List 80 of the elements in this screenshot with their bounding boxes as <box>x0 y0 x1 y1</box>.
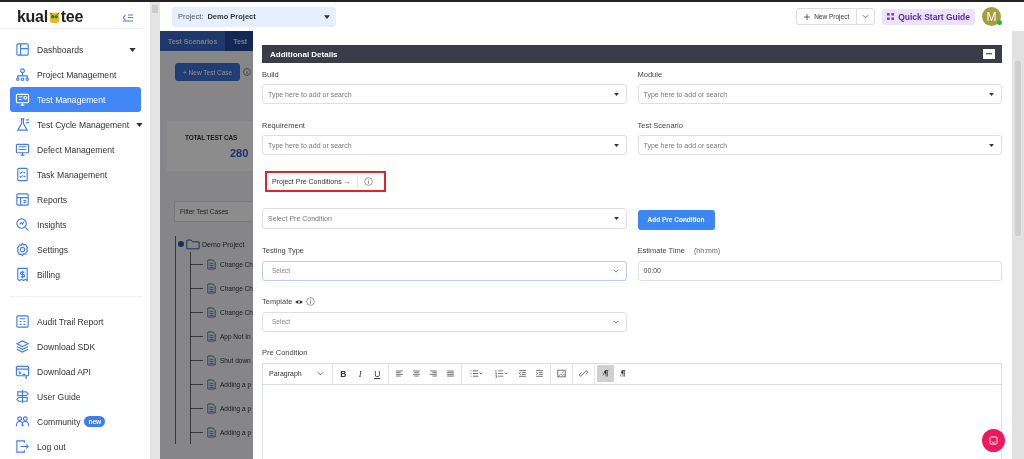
document-icon <box>207 258 216 270</box>
document-icon <box>207 426 216 438</box>
document-icon <box>207 378 216 390</box>
report-icon <box>15 314 30 329</box>
chevron-down-icon <box>612 268 619 273</box>
collapse-menu-icon[interactable] <box>122 12 134 22</box>
caret-icon <box>613 92 619 96</box>
monitor-icon <box>15 92 30 108</box>
nav-item[interactable]: Defect Management <box>10 137 141 163</box>
nav-item[interactable]: Task Management <box>10 162 141 188</box>
code-window-icon <box>15 364 30 379</box>
receipt-icon <box>15 267 30 283</box>
align-justify-icon <box>445 369 455 378</box>
nav-item[interactable]: Settings <box>10 237 141 263</box>
panel-title: Additional Details <box>270 49 338 59</box>
nav-item[interactable]: Audit Trail Report <box>10 309 141 334</box>
outdent-icon <box>517 369 527 378</box>
people-icon <box>15 414 30 429</box>
report-icon <box>15 192 30 208</box>
nav-item[interactable]: Reports <box>10 187 141 213</box>
scrollbar[interactable] <box>150 2 160 459</box>
numbered-list-icon <box>493 369 509 378</box>
nav-item[interactable]: Download SDK <box>10 334 141 359</box>
document-icon <box>207 282 216 294</box>
eye-icon[interactable] <box>295 298 304 305</box>
stat-value: 280 <box>230 146 249 159</box>
chevron-down-icon <box>862 14 870 19</box>
align-left-icon <box>394 369 404 378</box>
link-icon <box>578 369 588 378</box>
logo: kual tee <box>17 8 84 27</box>
document-icon <box>207 306 216 318</box>
collapse-button[interactable] <box>983 49 995 59</box>
scrollbar[interactable] <box>1012 31 1024 459</box>
format-button[interactable]: I <box>351 365 369 382</box>
paragraph-direction-icon <box>600 369 610 378</box>
image-icon <box>556 369 566 378</box>
folder-icon <box>186 238 200 250</box>
nav-item[interactable]: User Guide <box>10 384 141 409</box>
chat-icon <box>989 436 998 445</box>
chevron-down-icon <box>612 319 619 324</box>
document-icon <box>207 354 216 366</box>
chevron-down-icon <box>316 371 324 376</box>
document-icon <box>207 402 216 414</box>
align-right-icon <box>428 369 438 378</box>
nav-item[interactable]: Dashboards <box>10 37 141 63</box>
nav-item[interactable]: Download API <box>10 359 141 384</box>
document-icon <box>207 330 216 342</box>
quick-start-button[interactable]: Quick Start Guide <box>882 8 975 25</box>
collapse-dot[interactable] <box>178 241 184 247</box>
nav-item[interactable]: Log out <box>10 434 141 459</box>
sitemap-icon <box>15 67 30 83</box>
flask-icon <box>15 117 30 133</box>
logout-icon <box>15 439 30 454</box>
nav-item[interactable]: Project Management <box>10 62 141 88</box>
paragraph-direction-icon <box>617 369 627 378</box>
info-icon <box>243 68 252 76</box>
nav-item[interactable]: Insights <box>10 212 141 238</box>
search-icon <box>15 217 30 233</box>
left-to-right-button[interactable] <box>596 365 614 382</box>
dashboard-icon <box>15 42 30 58</box>
nav-item[interactable]: Billing <box>10 262 141 288</box>
indent-icon <box>534 369 544 378</box>
nav-item[interactable]: Test Cycle Management <box>10 112 141 138</box>
info-icon[interactable] <box>363 177 373 186</box>
caret-icon <box>989 92 994 96</box>
format-button[interactable]: B <box>334 365 352 382</box>
caret-icon <box>613 217 619 220</box>
plus-icon <box>804 13 811 20</box>
checklist-icon <box>15 167 30 183</box>
align-center-icon <box>411 369 421 378</box>
caret-icon <box>989 143 994 147</box>
layers-icon <box>15 339 30 354</box>
settings-icon <box>15 242 30 258</box>
format-button[interactable]: U <box>368 365 386 382</box>
grid-icon <box>887 13 895 20</box>
monitor-icon <box>15 142 30 158</box>
caret-icon <box>613 143 619 147</box>
caret-icon <box>324 14 330 19</box>
signpost-icon <box>15 389 30 404</box>
minus-icon <box>986 53 992 55</box>
